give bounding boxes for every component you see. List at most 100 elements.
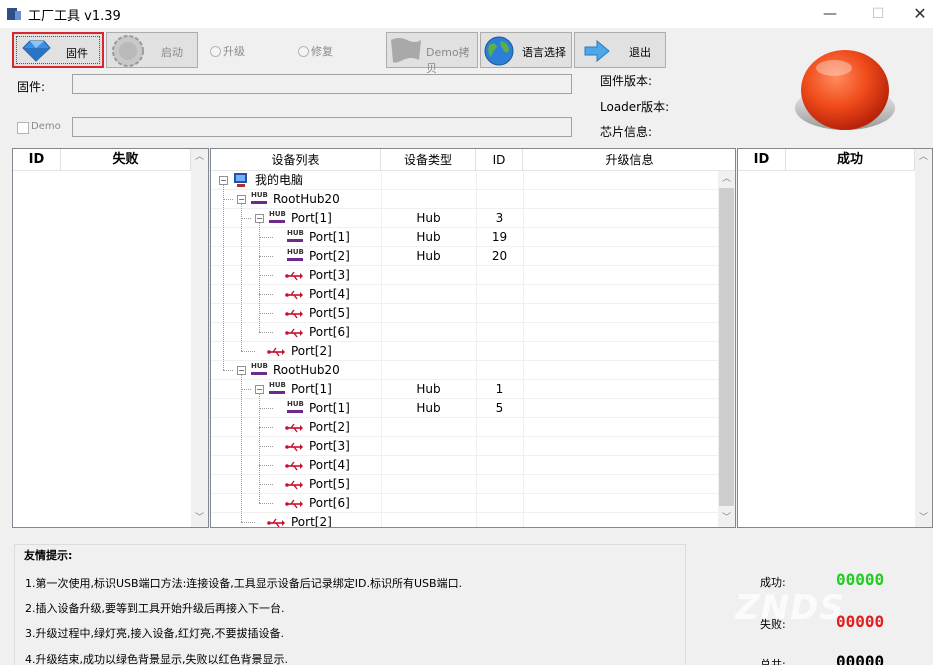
tree-row[interactable]: − HUB Port[1] Hub 1: [211, 380, 719, 399]
firmware-button[interactable]: 固件: [12, 32, 104, 68]
upgrade-radio-label: 升级: [223, 45, 245, 58]
tree-node-label[interactable]: Port[2]: [291, 513, 332, 527]
tree-node-label[interactable]: Port[3]: [309, 437, 350, 456]
fail-id-header: ID: [13, 149, 61, 171]
collapse-toggle-icon[interactable]: −: [255, 385, 264, 394]
tree-row[interactable]: Port[2]: [211, 342, 719, 361]
tree-cell: − 我的电脑: [211, 171, 381, 190]
success-count-label: 成功:: [760, 576, 786, 589]
usb-hub-icon: HUB: [251, 192, 268, 206]
demo-path-field[interactable]: [72, 117, 572, 137]
tree-node-label[interactable]: 我的电脑: [255, 171, 303, 190]
app-icon: [7, 8, 21, 20]
tree-cell: Port[4]: [211, 285, 381, 304]
usb-port-icon: [285, 499, 303, 509]
maximize-button[interactable]: ☐: [856, 0, 900, 28]
scroll-down-icon[interactable]: ﹀: [915, 510, 932, 527]
tree-cell: HUB Port[1]: [211, 399, 381, 418]
device-list-header[interactable]: 设备列表: [211, 149, 381, 171]
scroll-down-icon[interactable]: ﹀: [718, 510, 735, 527]
fail-list-scrollbar[interactable]: ︿ ﹀: [191, 149, 208, 527]
tree-row[interactable]: Port[4]: [211, 456, 719, 475]
device-type-header[interactable]: 设备类型: [381, 149, 476, 171]
tree-row[interactable]: Port[6]: [211, 494, 719, 513]
hub-text: HUB: [269, 210, 286, 218]
scroll-up-icon[interactable]: ︿: [191, 149, 208, 166]
exit-button[interactable]: 退出: [574, 32, 666, 68]
tree-node-label[interactable]: Port[1]: [291, 209, 332, 228]
tip-line: 2.插入设备升级,要等到工具开始升级后再接入下一台.: [25, 602, 285, 615]
tree-node-label[interactable]: Port[3]: [309, 266, 350, 285]
tree-row[interactable]: HUB Port[2] Hub 20: [211, 247, 719, 266]
tree-row[interactable]: HUB Port[1] Hub 5: [211, 399, 719, 418]
start-button[interactable]: 启动: [106, 32, 198, 68]
usb-hub-icon: HUB: [287, 230, 304, 244]
tree-node-label[interactable]: Port[2]: [309, 247, 350, 266]
tree-node-label[interactable]: Port[1]: [309, 228, 350, 247]
language-button[interactable]: 语言选择: [480, 32, 572, 68]
demo-checkbox[interactable]: [17, 122, 29, 134]
collapse-toggle-icon[interactable]: −: [255, 214, 264, 223]
collapse-toggle-icon[interactable]: −: [219, 176, 228, 185]
tree-node-label[interactable]: Port[4]: [309, 456, 350, 475]
close-button[interactable]: ✕: [898, 0, 933, 28]
radio-dot: [298, 46, 309, 57]
usb-hub-icon: HUB: [251, 363, 268, 377]
tree-row[interactable]: − HUB Port[1] Hub 3: [211, 209, 719, 228]
scroll-up-icon[interactable]: ︿: [718, 171, 735, 188]
hub-bar: [269, 220, 285, 223]
upgrade-radio[interactable]: 升级: [210, 43, 245, 58]
device-tree-scrollbar[interactable]: ︿ ﹀: [718, 171, 735, 527]
scroll-down-icon[interactable]: ﹀: [191, 510, 208, 527]
tree-node-label[interactable]: Port[6]: [309, 323, 350, 342]
tree-row[interactable]: Port[3]: [211, 437, 719, 456]
id-header[interactable]: ID: [476, 149, 523, 171]
collapse-toggle-icon[interactable]: −: [237, 195, 246, 204]
tree-connector: [259, 332, 273, 333]
start-button-label: 启动: [161, 46, 183, 59]
hub-text: HUB: [269, 381, 286, 389]
tree-row[interactable]: − HUB RootHub20: [211, 361, 719, 380]
tree-row[interactable]: HUB Port[1] Hub 19: [211, 228, 719, 247]
tree-node-label[interactable]: RootHub20: [273, 190, 340, 209]
tree-node-label[interactable]: RootHub20: [273, 361, 340, 380]
demo-copy-button[interactable]: Demo拷贝: [386, 32, 478, 75]
tree-node-label[interactable]: Port[1]: [291, 380, 332, 399]
tree-row[interactable]: Port[5]: [211, 304, 719, 323]
tree-row[interactable]: Port[2]: [211, 418, 719, 437]
firmware-version-label: 固件版本:: [600, 74, 653, 88]
upgrade-info-header[interactable]: 升级信息: [523, 149, 735, 171]
device-tree-table[interactable]: 设备列表 设备类型 ID 升级信息 − 我的电脑 − HUB RootHub20− HUB…: [210, 148, 736, 528]
usb-port-icon: [285, 309, 303, 319]
tree-node-label[interactable]: Port[1]: [309, 399, 350, 418]
tree-node-label[interactable]: Port[4]: [309, 285, 350, 304]
tree-node-label[interactable]: Port[2]: [291, 342, 332, 361]
tree-row[interactable]: − HUB RootHub20: [211, 190, 719, 209]
collapse-toggle-icon[interactable]: −: [237, 366, 246, 375]
tree-node-label[interactable]: Port[2]: [309, 418, 350, 437]
tree-cell: − HUB Port[1]: [211, 380, 381, 399]
tree-row[interactable]: Port[5]: [211, 475, 719, 494]
device-id-cell: 1: [495, 382, 504, 396]
fail-list-panel[interactable]: ID 失败 ︿ ﹀: [12, 148, 209, 528]
tree-row[interactable]: − 我的电脑: [211, 171, 719, 190]
repair-radio[interactable]: 修复: [298, 43, 333, 58]
firmware-button-label: 固件: [66, 47, 88, 60]
red-button-icon[interactable]: [790, 42, 900, 142]
tree-row[interactable]: Port[6]: [211, 323, 719, 342]
firmware-path-field[interactable]: [72, 74, 572, 94]
scroll-up-icon[interactable]: ︿: [915, 149, 932, 166]
tree-row[interactable]: Port[2]: [211, 513, 719, 527]
minimize-button[interactable]: —: [808, 0, 852, 28]
success-list-panel[interactable]: ID 成功 ︿ ﹀: [737, 148, 933, 528]
success-list-scrollbar[interactable]: ︿ ﹀: [915, 149, 932, 527]
tree-node-label[interactable]: Port[5]: [309, 475, 350, 494]
tree-row[interactable]: Port[3]: [211, 266, 719, 285]
scroll-thumb[interactable]: [719, 188, 734, 506]
tree-connector: [259, 237, 273, 238]
tree-node-label[interactable]: Port[5]: [309, 304, 350, 323]
tree-node-label[interactable]: Port[6]: [309, 494, 350, 513]
window-title: 工厂工具 v1.39: [28, 9, 121, 24]
demo-copy-button-label: Demo拷贝: [426, 46, 470, 75]
tree-row[interactable]: Port[4]: [211, 285, 719, 304]
